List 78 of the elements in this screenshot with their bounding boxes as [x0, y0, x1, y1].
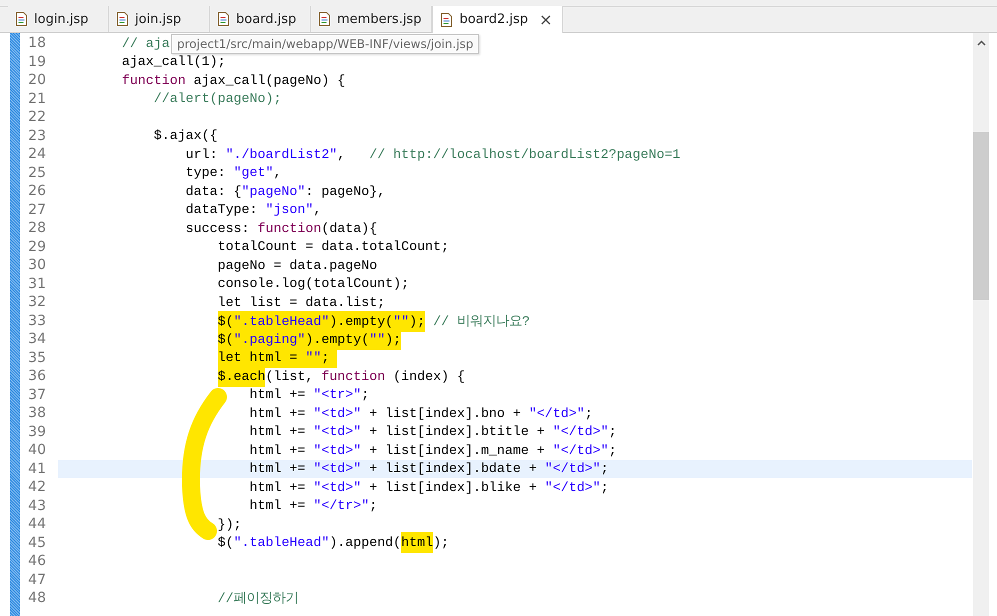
line-number: 22	[27, 109, 46, 126]
line-number: 34	[27, 331, 46, 348]
tab-label: board2.jsp	[459, 12, 528, 27]
code-line: html += "<td>" + list[index].m_name + "</td>";	[248, 442, 617, 458]
code-line: console.log(totalCount);	[216, 276, 410, 292]
line-number: 28	[27, 220, 46, 236]
line-number: 30	[27, 257, 46, 274]
line-number: 32	[27, 294, 46, 310]
scroll-up-icon[interactable]	[976, 40, 986, 46]
line-number: 26	[27, 183, 46, 200]
code-line: html += "<td>" + list[index].blike + "</td>";	[248, 480, 609, 495]
code-line: url: "./boardList2", // http://localhost/boardList2?pageNo=1	[184, 146, 680, 162]
line-number: 25	[27, 164, 46, 181]
line-number: 18	[27, 35, 46, 52]
tab-label: board.jsp	[236, 12, 296, 26]
code-line: $.ajax({	[152, 128, 218, 144]
line-number: 29	[27, 238, 46, 255]
tab-label: members.jsp	[337, 12, 422, 26]
line-number: 35	[27, 350, 46, 366]
code-line: //페이징하기	[216, 590, 299, 608]
tab-label: join.jsp	[135, 12, 182, 26]
line-number: 39	[27, 424, 46, 440]
line-number: 46	[27, 553, 46, 570]
line-number: 24	[27, 146, 46, 162]
code-line: $(".tableHead").append(html);	[58, 535, 450, 550]
code-line: html += "<td>" + list[index].bdate + "</td>";	[248, 461, 609, 476]
code-line: type: "get",	[184, 165, 282, 180]
line-number: 45	[27, 534, 46, 551]
file-icon	[16, 12, 27, 26]
path-tooltip: project1/src/main/webapp/WEB-INF/views/join.jsp	[171, 34, 480, 54]
line-number: 41	[27, 460, 46, 477]
tab-label: login.jsp	[34, 12, 88, 26]
file-icon	[319, 12, 330, 26]
line-number: 47	[27, 572, 46, 588]
line-number: 36	[27, 368, 46, 384]
code-line: html += "<tr>";	[248, 387, 370, 402]
code-line: });	[216, 516, 242, 532]
scrollbar[interactable]	[973, 33, 989, 616]
editor-tab[interactable]: board2.jsp ×	[432, 6, 564, 33]
code-line: let html = "";	[58, 350, 338, 366]
code-line: pageNo = data.pageNo	[216, 258, 378, 273]
line-number: 27	[27, 202, 46, 218]
line-number: 44	[27, 516, 46, 532]
line-number: 43	[27, 498, 46, 514]
code-line: totalCount = data.totalCount;	[216, 239, 449, 254]
code-line: html += "<td>" + list[index].btitle + "</td>";	[248, 424, 617, 440]
file-icon	[218, 12, 229, 26]
code-line: $(".paging").empty("");	[58, 332, 402, 347]
line-number: 23	[27, 128, 46, 144]
code-line: data: {"pageNo": pageNo},	[184, 184, 386, 199]
code-line: html += "<td>" + list[index].bno + "</td>";	[248, 406, 593, 421]
line-number: 31	[27, 276, 46, 292]
line-number: 40	[27, 442, 46, 458]
line-number: 38	[27, 405, 46, 422]
code-line: dataType: "json",	[184, 202, 322, 218]
code-line: success: function(data){	[184, 220, 378, 236]
code-line: ajax_call(1);	[120, 54, 226, 70]
line-number: 21	[27, 90, 46, 107]
file-icon	[117, 12, 128, 26]
code-line: function ajax_call(pageNo) {	[120, 72, 346, 88]
editor-tab[interactable]: login.jsp	[8, 6, 109, 32]
editor-tab[interactable]: members.jsp	[311, 6, 432, 32]
code-line: html += "</tr>";	[248, 498, 378, 514]
code-line: // aja	[120, 36, 170, 51]
file-icon	[441, 12, 452, 26]
line-number: 48	[27, 590, 46, 606]
line-number: 33	[27, 312, 46, 329]
close-icon[interactable]: ×	[539, 10, 552, 29]
editor-tab[interactable]: join.jsp	[109, 6, 210, 32]
line-number: 37	[27, 386, 46, 403]
code-line: $.each(list, function (index) {	[58, 368, 465, 384]
line-number: 20	[27, 72, 46, 88]
line-number: 19	[27, 54, 46, 70]
code-line: let list = data.list;	[216, 294, 386, 310]
editor-tab[interactable]: board.jsp	[210, 6, 311, 32]
code-line: //alert(pageNo);	[152, 91, 282, 106]
scroll-thumb[interactable]	[973, 132, 989, 300]
line-number: 42	[27, 479, 46, 496]
